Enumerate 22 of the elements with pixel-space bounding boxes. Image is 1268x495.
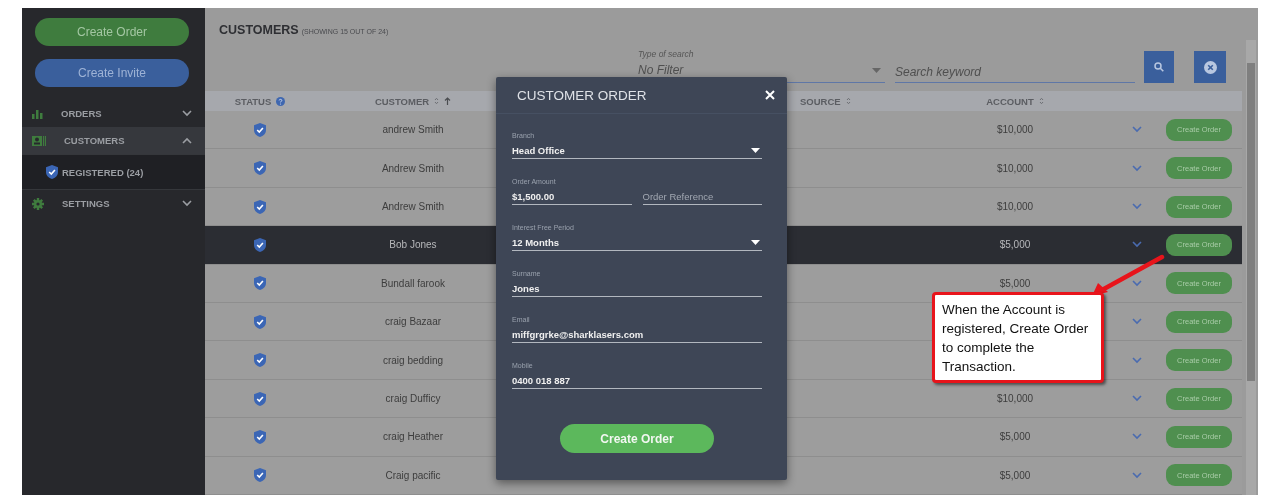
table-cell-text: craig Bazaar: [383, 316, 443, 328]
table-cell: $10,000: [996, 393, 1034, 404]
table-cell-text: Craig pacific: [384, 469, 442, 481]
table-cell: $10,000: [996, 124, 1034, 136]
table-cell-text: Andrew Smith: [380, 201, 446, 213]
table-cell-text: andrew Smith: [381, 124, 445, 136]
table-cell: $5,000: [999, 239, 1031, 251]
table-cell-text: Andrew Smith: [380, 162, 446, 174]
table-cell: $5,000: [999, 469, 1031, 481]
filter-label: Type of search: [638, 49, 695, 61]
table-cell: $10,000: [996, 201, 1034, 213]
table-cell: $5,000: [999, 277, 1031, 289]
table-cell-text: craig Heather: [382, 431, 444, 443]
table-cell: $5,000: [999, 431, 1031, 443]
callout-note: When the Account is registered, Create Order to complete the Transaction.: [932, 292, 1104, 383]
table-cell-text: Bob Jones: [388, 239, 438, 251]
modal-title: CUSTOMER ORDER: [517, 87, 647, 103]
table-cell: $10,000: [996, 162, 1034, 174]
table-cell-text: Bundall farook: [380, 277, 446, 289]
table-cell-text: craig Dufficy: [384, 393, 442, 404]
page-title: CUSTOMERS: [219, 23, 299, 37]
table-cell-text: craig bedding: [381, 354, 444, 366]
